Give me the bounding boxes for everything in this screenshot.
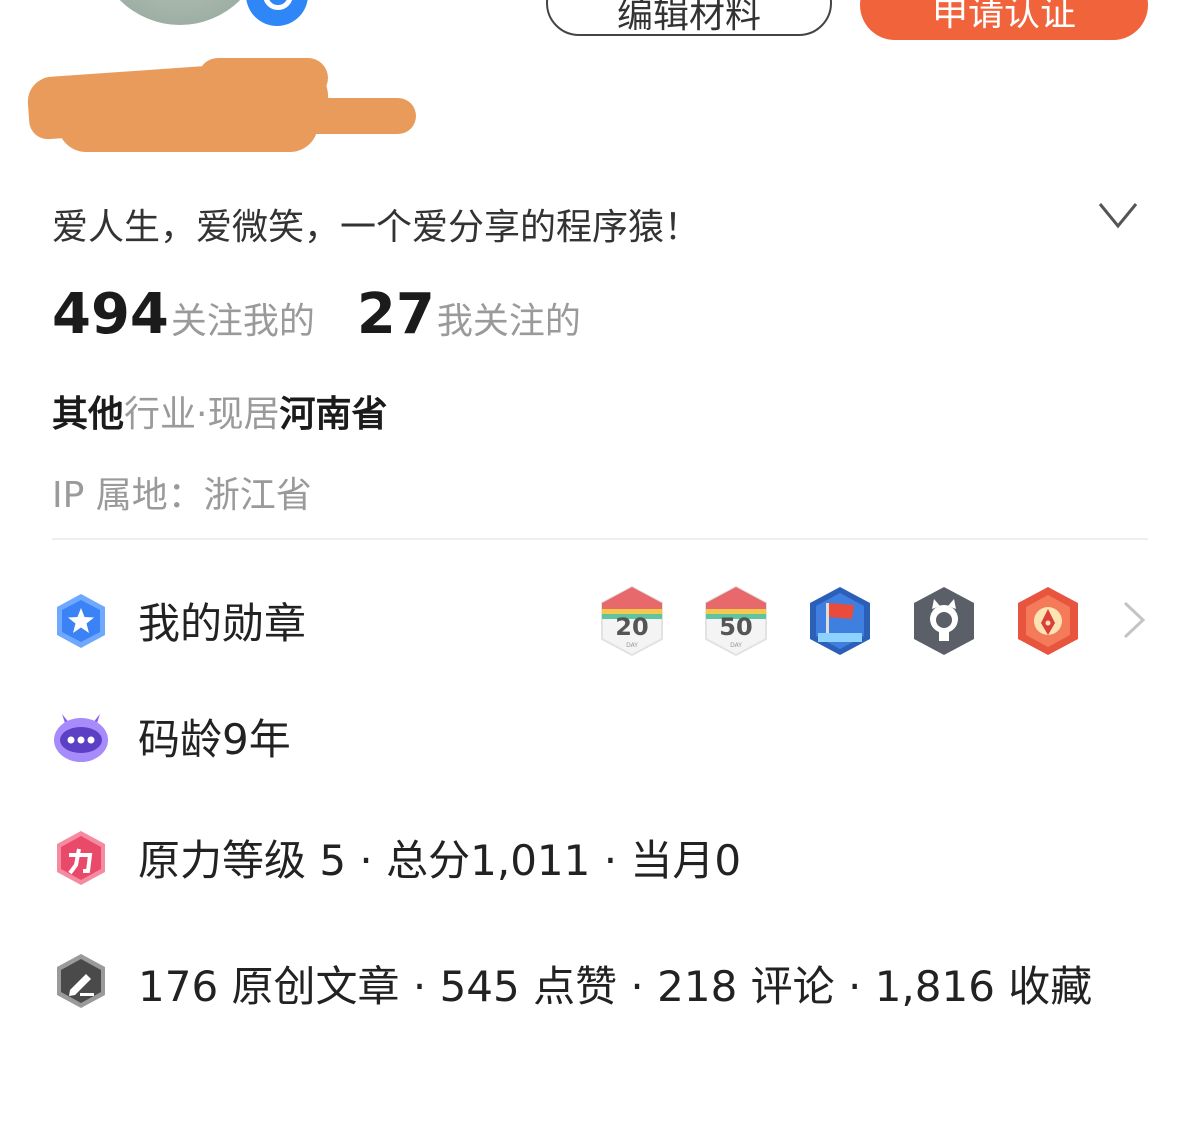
industry-location: 其他行业·现居河南省 <box>52 385 387 437</box>
followers-label[interactable]: 关注我的 <box>171 292 315 344</box>
medals-row[interactable]: 我的勋章 <box>52 590 306 651</box>
verified-badge-icon <box>246 0 308 26</box>
edit-profile-button-label: 编辑材料 <box>616 0 761 36</box>
20-day-medal-icon[interactable]: 20 DAY <box>600 585 664 657</box>
code-age-row: 码龄9年 <box>52 706 291 767</box>
industry-value: 其他 <box>52 394 125 435</box>
chevron-right-icon[interactable] <box>1122 600 1146 640</box>
ip-location: IP 属地：浙江省 <box>52 475 312 516</box>
chevron-down-icon[interactable] <box>1098 200 1138 230</box>
github-medal-icon[interactable] <box>912 585 976 657</box>
medal-50-text: 50 <box>719 613 752 641</box>
bio-text: 爱人生，爱微笑，一个爱分享的程序猿！ <box>52 207 701 248</box>
following-count[interactable]: 27 <box>357 282 435 347</box>
article-stats-text: 176 原创文章 · 545 点赞 · 218 评论 · 1,816 收藏 <box>138 962 1093 1011</box>
medals-label: 我的勋章 <box>138 599 307 648</box>
force-level-row[interactable]: 原力等级 5 · 总分1,011 · 当月0 <box>52 827 741 888</box>
following-label[interactable]: 我关注的 <box>437 292 581 344</box>
svg-text:DAY: DAY <box>730 642 742 649</box>
industry-suffix: 行业·现居 <box>124 394 280 435</box>
apply-verification-button-label: 申请认证 <box>931 0 1076 34</box>
followers-count[interactable]: 494 <box>52 282 169 347</box>
force-level-icon <box>57 830 105 885</box>
medal-20-text: 20 <box>615 613 648 641</box>
svg-text:DAY: DAY <box>626 642 638 649</box>
apply-verification-button[interactable]: 申请认证 <box>860 0 1148 40</box>
flag-medal-icon[interactable] <box>808 585 872 657</box>
robot-icon <box>54 713 108 762</box>
medals-list[interactable]: 20 DAY 50 DAY <box>600 585 1080 657</box>
residence-value: 河南省 <box>279 394 388 435</box>
divider <box>52 538 1148 540</box>
edit-profile-button[interactable]: 编辑材料 <box>546 0 832 36</box>
star-badge-icon <box>57 593 105 648</box>
username-redaction <box>26 57 416 153</box>
code-age-text: 码龄9年 <box>138 715 291 764</box>
50-day-medal-icon[interactable]: 50 DAY <box>704 585 768 657</box>
follow-stats: 494 关注我的 27 我关注的 <box>52 282 581 347</box>
profile-page: 编辑材料 申请认证 爱人生，爱微笑，一个爱分享的程序猿！ 494 关注我的 27… <box>0 0 1200 1126</box>
force-level-text: 原力等级 5 · 总分1,011 · 当月0 <box>138 836 742 885</box>
avatar[interactable] <box>95 0 265 25</box>
article-stats-icon <box>57 954 105 1008</box>
pen-medal-icon[interactable] <box>1016 585 1080 657</box>
